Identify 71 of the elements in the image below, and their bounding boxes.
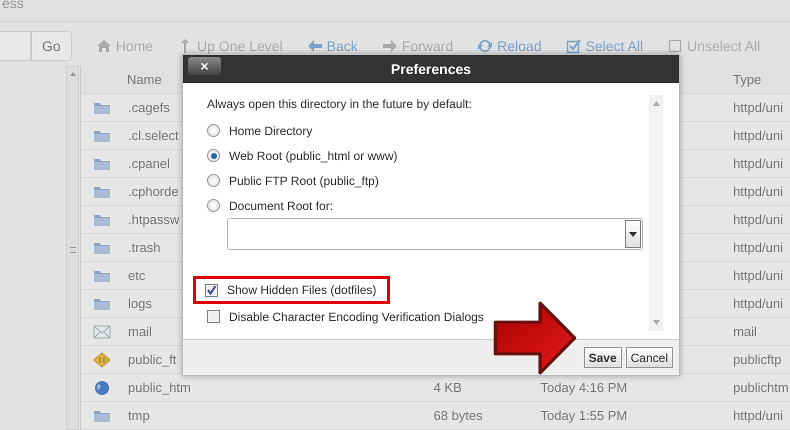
cancel-button[interactable]: Cancel xyxy=(626,347,673,368)
home-icon xyxy=(96,38,112,54)
toolbar-link[interactable]: Back xyxy=(306,36,358,56)
file-type: httpd/uni xyxy=(733,182,783,201)
file-type: mail xyxy=(733,322,757,341)
dialog-title: Preferences xyxy=(390,60,472,78)
file-name: .htpassw xyxy=(128,210,180,229)
checkbox-label: Disable Character Encoding Verification Dialogs xyxy=(229,308,484,326)
scrollbar[interactable] xyxy=(66,66,79,430)
file-name: tmp xyxy=(128,406,150,425)
toolbar-link[interactable]: Select All xyxy=(566,36,644,56)
toolbar-link[interactable]: Reload xyxy=(477,36,542,56)
scrollbar[interactable] xyxy=(649,95,663,331)
file-name: mail xyxy=(128,322,152,341)
modified-date: Today 4:16 PM xyxy=(540,378,628,397)
checkbox-label: Show Hidden Files (dotfiles) xyxy=(227,282,376,299)
file-name: .trash xyxy=(128,238,161,257)
envelope-icon xyxy=(93,324,111,340)
document-root-select[interactable] xyxy=(227,218,643,250)
globe-icon xyxy=(93,380,111,396)
checkbox-icon xyxy=(566,38,582,54)
path-field[interactable] xyxy=(0,31,31,61)
file-type: publichtm xyxy=(733,378,789,397)
diamond-icon xyxy=(93,352,111,368)
instruction-text: Always open this directory in the future by default: xyxy=(207,96,473,113)
file-type: httpd/uni xyxy=(733,98,783,117)
radio-button[interactable] xyxy=(207,124,220,137)
close-button[interactable]: × xyxy=(188,57,221,75)
column-header[interactable]: Name xyxy=(127,70,162,90)
file-name: .cagefs xyxy=(128,98,170,117)
radio-label: Public FTP Root (public_ftp) xyxy=(229,172,379,190)
up-arrow-icon xyxy=(68,71,76,77)
file-name: logs xyxy=(128,294,152,313)
radio-button[interactable] xyxy=(207,149,220,162)
file-size: 4 KB xyxy=(434,378,462,397)
file-type: httpd/uni xyxy=(733,238,783,257)
reload-icon xyxy=(477,38,494,54)
file-name: etc xyxy=(128,266,146,285)
checkbox[interactable] xyxy=(207,310,220,323)
right-arrow-icon xyxy=(382,38,398,54)
table-row[interactable]: tmp 68 bytes Today 1:55 PM httpd/uni xyxy=(81,402,790,430)
file-name: .cphorde xyxy=(128,182,179,201)
checkbox[interactable] xyxy=(205,284,218,296)
radio-label: Document Root for: xyxy=(229,198,334,214)
go-button[interactable]: Go xyxy=(31,31,72,61)
caret-icon xyxy=(629,232,637,236)
file-name: .cpanel xyxy=(128,154,170,173)
table-row[interactable]: public_htm 4 KB Today 4:16 PM publichtm xyxy=(81,374,790,402)
radio-button[interactable] xyxy=(207,199,220,212)
checkbox-icon xyxy=(667,38,684,54)
file-name: public_htm xyxy=(128,378,191,397)
file-name: .cl.select xyxy=(128,126,179,145)
save-button[interactable]: Save xyxy=(584,347,622,368)
left-arrow-icon xyxy=(306,38,323,54)
file-name: public_ft xyxy=(128,350,176,369)
file-type: httpd/uni xyxy=(733,210,783,229)
file-type: httpd/uni xyxy=(733,266,783,285)
down-arrow-icon xyxy=(652,320,660,325)
column-header[interactable]: Type xyxy=(733,70,762,90)
file-type: httpd/uni xyxy=(733,406,783,425)
radio-button[interactable] xyxy=(207,174,220,187)
file-type: httpd/uni xyxy=(733,294,783,313)
page-title: ess xyxy=(0,0,790,22)
file-type: httpd/uni xyxy=(733,126,783,145)
file-type: httpd/uni xyxy=(733,154,783,173)
file-size: 68 bytes xyxy=(434,406,483,425)
file-type: publicftp xyxy=(733,350,782,369)
up-arrow-icon xyxy=(652,101,660,106)
radio-label: Home Directory xyxy=(229,122,312,140)
radio-label: Web Root (public_html or www) xyxy=(229,148,398,164)
modified-date: Today 1:55 PM xyxy=(540,406,628,425)
